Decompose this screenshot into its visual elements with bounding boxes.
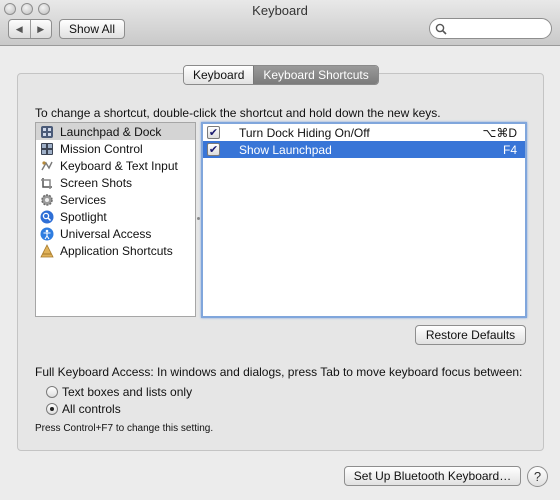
category-label: Launchpad & Dock	[60, 124, 162, 139]
category-universal-access[interactable]: Universal Access	[36, 225, 195, 242]
tab-keyboard[interactable]: Keyboard	[184, 66, 254, 84]
category-screen-shots[interactable]: Screen Shots	[36, 174, 195, 191]
app-shortcuts-icon	[40, 243, 54, 257]
shortcut-list: ✔ Turn Dock Hiding On/Off ⌥⌘D ✔ Show Lau…	[201, 122, 527, 318]
category-label: Universal Access	[60, 226, 152, 241]
category-application-shortcuts[interactable]: Application Shortcuts	[36, 242, 195, 259]
shortcut-enabled-checkbox[interactable]: ✔	[207, 143, 220, 156]
mission-control-icon	[41, 142, 53, 155]
window-title: Keyboard	[252, 3, 308, 18]
screenshot-icon	[41, 177, 52, 189]
full-access-hint: Press Control+F7 to change this setting.	[35, 423, 214, 434]
category-label: Spotlight	[60, 209, 107, 224]
restore-defaults-button[interactable]: Restore Defaults	[415, 325, 526, 345]
category-label: Screen Shots	[60, 175, 133, 190]
back-forward-control: ◀ ▶	[8, 19, 52, 39]
category-launchpad-dock[interactable]: Launchpad & Dock	[36, 123, 195, 140]
radio-label: All controls	[62, 402, 121, 416]
gear-icon	[41, 193, 53, 206]
launchpad-icon	[41, 125, 53, 138]
search-icon	[435, 23, 447, 35]
category-spotlight[interactable]: Spotlight	[36, 208, 195, 225]
shortcut-label: Turn Dock Hiding On/Off	[239, 125, 370, 140]
spotlight-icon	[40, 210, 54, 223]
tab-keyboard-shortcuts[interactable]: Keyboard Shortcuts	[253, 66, 378, 84]
radio-text-boxes-lists[interactable]: Text boxes and lists only	[46, 385, 192, 399]
category-mission-control[interactable]: Mission Control	[36, 140, 195, 157]
tab-bar: Keyboard Keyboard Shortcuts	[183, 65, 379, 85]
category-label: Mission Control	[60, 141, 143, 156]
bluetooth-keyboard-button[interactable]: Set Up Bluetooth Keyboard…	[344, 466, 521, 486]
category-label: Application Shortcuts	[60, 243, 173, 258]
search-field[interactable]	[429, 18, 552, 39]
category-label: Services	[60, 192, 107, 207]
shortcut-row[interactable]: ✔ Turn Dock Hiding On/Off ⌥⌘D	[203, 124, 525, 141]
back-button[interactable]: ◀	[9, 20, 30, 38]
shortcut-keys[interactable]: ⌥⌘D	[483, 126, 518, 140]
category-label: Keyboard & Text Input	[60, 158, 178, 173]
shortcut-label: Show Launchpad	[239, 142, 332, 157]
show-all-button[interactable]: Show All	[59, 19, 125, 39]
full-keyboard-access-label: Full Keyboard Access: In windows and dia…	[35, 365, 523, 379]
help-button[interactable]: ?	[527, 466, 548, 487]
window-toolbar: Keyboard ◀ ▶ Show All	[0, 0, 560, 46]
shortcut-keys[interactable]: F4	[503, 143, 517, 157]
shortcut-row[interactable]: ✔ Show Launchpad F4	[203, 141, 525, 158]
radio-label: Text boxes and lists only	[62, 385, 193, 399]
radio-all-controls[interactable]: All controls	[46, 402, 121, 416]
list-splitter-handle[interactable]	[197, 217, 200, 220]
instruction-text: To change a shortcut, double-click the s…	[35, 106, 441, 120]
radio-button[interactable]	[46, 403, 58, 415]
universal-access-icon	[40, 227, 54, 240]
keyboard-icon	[41, 160, 53, 170]
shortcut-enabled-checkbox[interactable]: ✔	[207, 126, 220, 139]
category-list: Launchpad & Dock Mission Control Keyboar…	[35, 122, 196, 317]
radio-button[interactable]	[46, 386, 58, 398]
category-services[interactable]: Services	[36, 191, 195, 208]
forward-button[interactable]: ▶	[29, 20, 52, 38]
category-keyboard-text-input[interactable]: Keyboard & Text Input	[36, 157, 195, 174]
